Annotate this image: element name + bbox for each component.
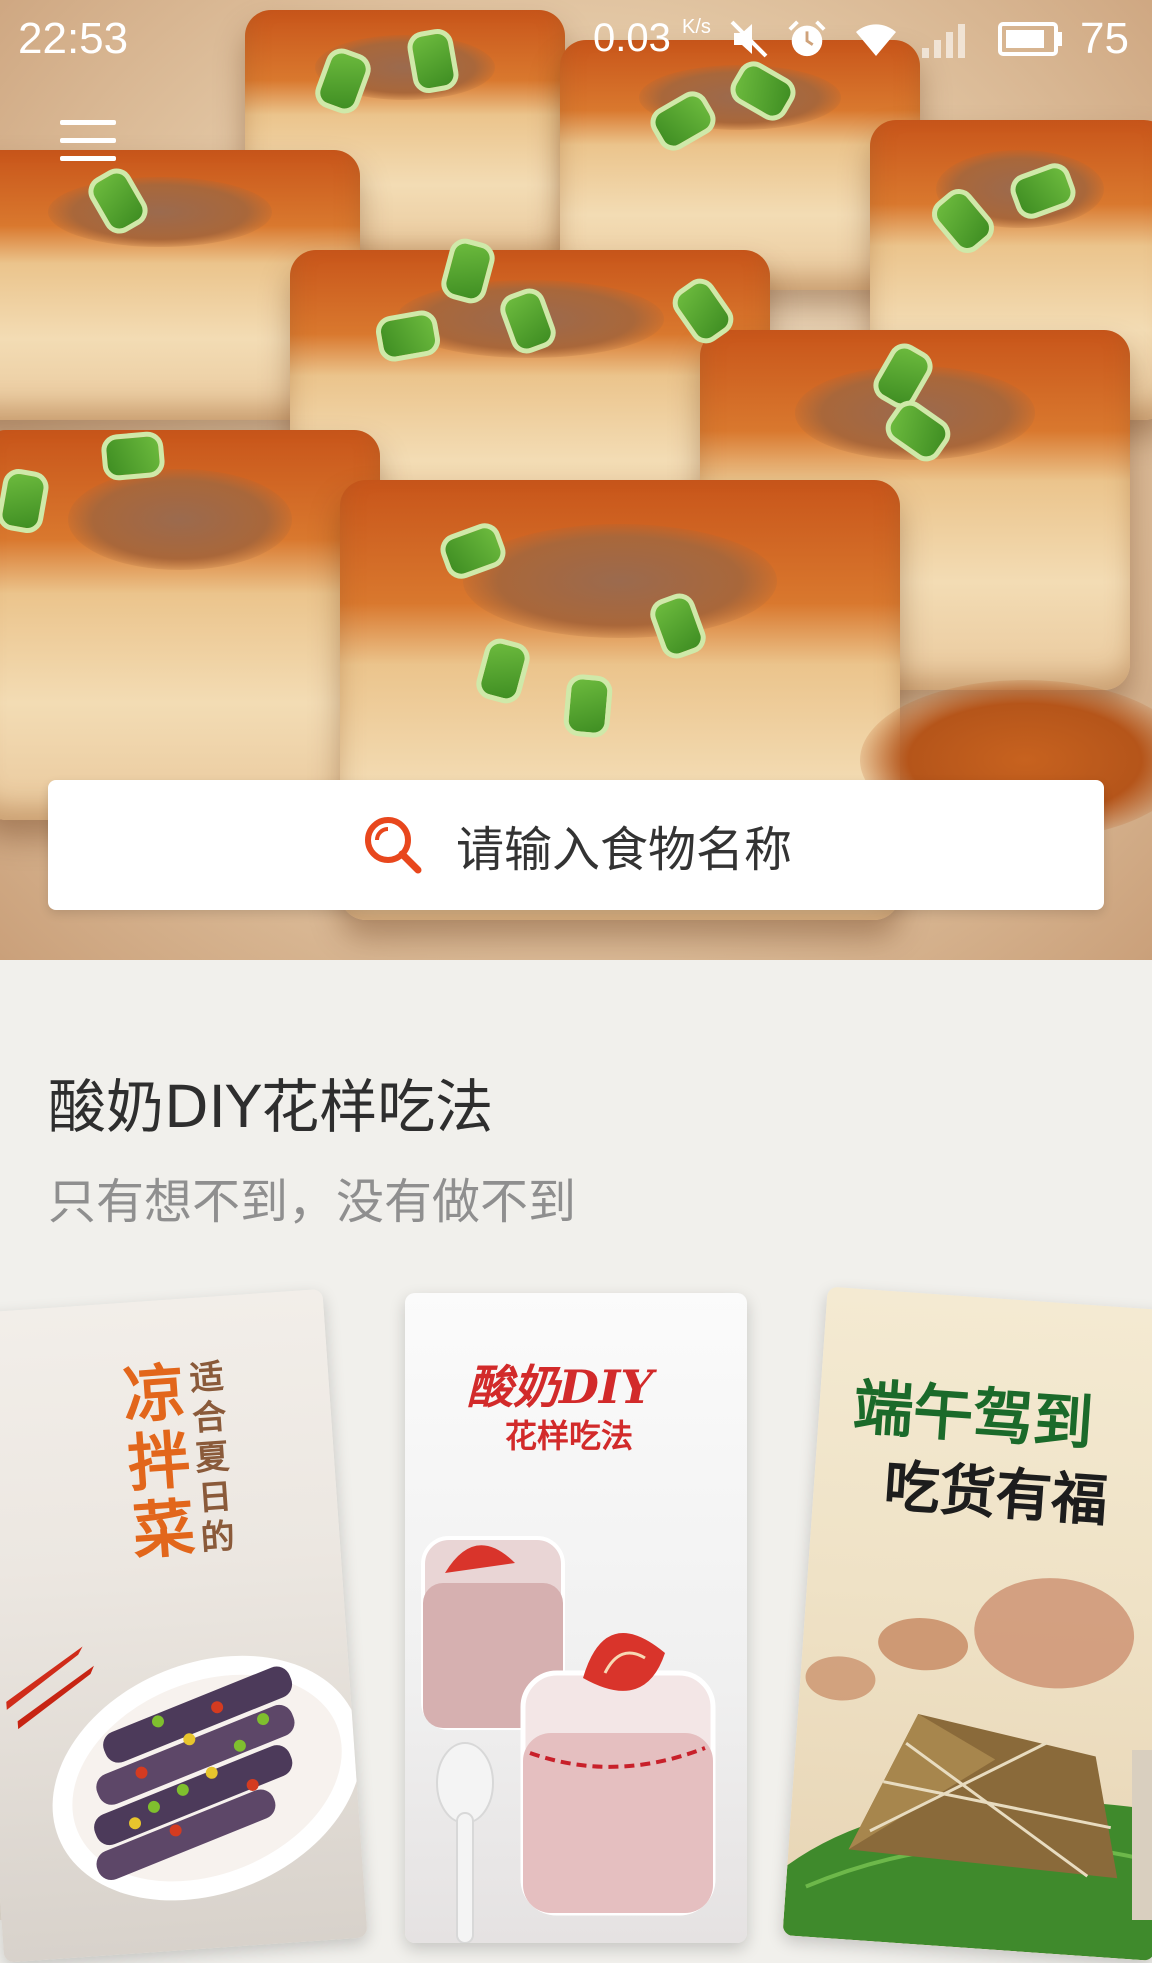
card-tagline: 花样吃法 bbox=[505, 1417, 634, 1455]
status-bar: 22:53 0.03 K/s 75 bbox=[0, 0, 1152, 80]
status-time: 22:53 bbox=[18, 14, 129, 63]
card-title: 酸奶DIY bbox=[467, 1360, 654, 1414]
signal-icon bbox=[922, 24, 965, 58]
recipe-card-cold-dishes[interactable]: 凉拌菜 适合夏日的 bbox=[0, 1288, 368, 1963]
card-tagline: 吃货有福 bbox=[881, 1453, 1110, 1535]
alarm-icon bbox=[788, 20, 826, 57]
search-placeholder: 请输入食物名称 bbox=[455, 822, 792, 878]
search-input[interactable]: 请输入食物名称 bbox=[48, 780, 1104, 910]
battery-level: 75 bbox=[1080, 14, 1129, 63]
hamburger-menu-icon[interactable] bbox=[56, 114, 120, 168]
strawberry-yogurt-photo bbox=[421, 1536, 716, 1943]
recipe-card-dragon-boat[interactable]: 端午驾到 吃货有福 bbox=[782, 1286, 1152, 1961]
network-speed-value: 0.03 bbox=[593, 16, 671, 60]
mute-icon bbox=[730, 20, 768, 58]
network-speed-unit: K/s bbox=[681, 16, 711, 38]
wifi-icon bbox=[856, 24, 896, 56]
eggplant-dish-photo bbox=[6, 1646, 362, 1901]
network-speed: 0.03 K/s bbox=[593, 16, 711, 61]
feature-subtitle: 只有想不到，没有做不到 bbox=[48, 1174, 577, 1230]
carousel-edge-right bbox=[1132, 1750, 1152, 1920]
feature-title: 酸奶DIY花样吃法 bbox=[48, 1073, 494, 1141]
recipe-card-yogurt-diy[interactable]: 酸奶DIY 花样吃法 bbox=[405, 1293, 747, 1943]
search-icon bbox=[364, 817, 422, 874]
battery-icon bbox=[998, 22, 1062, 56]
zongzi-photo bbox=[782, 1578, 1152, 1961]
